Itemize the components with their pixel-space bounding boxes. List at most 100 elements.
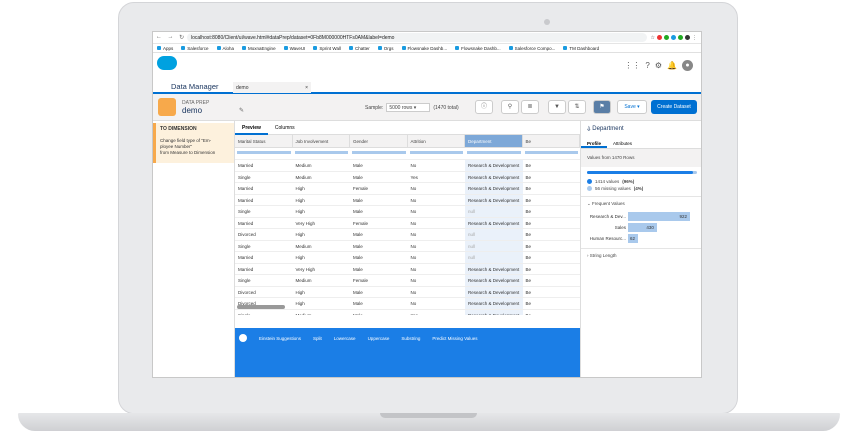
table-cell[interactable]: Male	[350, 160, 408, 171]
sample-select[interactable]: 5000 rows ▾	[386, 103, 431, 112]
table-cell[interactable]: Be	[523, 172, 581, 183]
column-header[interactable]: Be	[523, 135, 580, 147]
table-cell[interactable]: Male	[350, 298, 408, 309]
table-cell[interactable]: Male	[350, 252, 408, 263]
table-cell[interactable]: No	[408, 218, 466, 229]
table-cell[interactable]: Male	[350, 195, 408, 206]
table-cell[interactable]: No	[408, 264, 466, 275]
table-cell[interactable]: High	[293, 287, 351, 298]
forward-icon[interactable]: →	[167, 34, 173, 41]
close-icon[interactable]: ×	[305, 85, 308, 91]
bookmark[interactable]: Sprint Wall	[313, 46, 341, 51]
table-cell[interactable]: No	[408, 206, 466, 217]
column-header[interactable]: Job Involvement	[293, 135, 350, 147]
table-cell[interactable]: Male	[350, 287, 408, 298]
table-cell[interactable]: Married	[235, 264, 293, 275]
table-cell[interactable]: Very High	[293, 264, 351, 275]
table-cell[interactable]: Married	[235, 195, 293, 206]
table-cell[interactable]: Yes	[408, 310, 466, 316]
table-cell[interactable]: Married	[235, 160, 293, 171]
table-cell[interactable]: Female	[350, 218, 408, 229]
table-cell[interactable]: High	[293, 229, 351, 240]
table-cell[interactable]: Medium	[293, 160, 351, 171]
suggestion-split[interactable]: Split	[313, 336, 322, 341]
bookmark[interactable]: Salesforce Compo...	[509, 46, 556, 51]
search-icon[interactable]: ⚲	[501, 100, 519, 114]
table-cell[interactable]: High	[293, 298, 351, 309]
table-cell[interactable]: Medium	[293, 241, 351, 252]
filter-icon[interactable]: ▼	[548, 100, 566, 114]
table-cell[interactable]: No	[408, 287, 466, 298]
table-cell[interactable]: Research & Development	[465, 309, 523, 315]
table-cell[interactable]: Male	[350, 172, 408, 183]
table-cell[interactable]: Be	[523, 160, 581, 171]
table-cell[interactable]: High	[293, 206, 351, 217]
url-bar[interactable]: localhost:8080/Client/ui/wave.html#dataP…	[187, 33, 647, 42]
bookmark[interactable]: Salesforce	[181, 46, 208, 51]
extension-icon[interactable]	[671, 35, 676, 40]
table-cell[interactable]: Female	[350, 183, 408, 194]
table-cell[interactable]: Married	[235, 218, 293, 229]
extension-icon[interactable]	[664, 35, 669, 40]
table-cell[interactable]: Be	[523, 218, 581, 229]
table-cell[interactable]: No	[408, 298, 466, 309]
reload-icon[interactable]: ↻	[179, 34, 184, 41]
table-cell[interactable]: null	[465, 240, 523, 251]
table-cell[interactable]: Married	[235, 252, 293, 263]
transform-card[interactable]: TO DIMENSION Change field type of "Em- p…	[153, 123, 234, 163]
save-button[interactable]: Save ▾	[617, 100, 647, 114]
horizontal-scrollbar[interactable]	[237, 305, 285, 309]
table-cell[interactable]: No	[408, 183, 466, 194]
table-cell[interactable]: Be	[523, 252, 581, 263]
tab-columns[interactable]: Columns	[268, 121, 302, 135]
table-cell[interactable]: Male	[350, 241, 408, 252]
table-cell[interactable]: Single	[235, 310, 293, 316]
table-cell[interactable]: Single	[235, 241, 293, 252]
bookmark[interactable]: Orgs	[378, 46, 394, 51]
table-cell[interactable]: Research & Development	[465, 217, 523, 228]
table-cell[interactable]: null	[465, 206, 523, 217]
bookmark[interactable]: Flowsnake Dashb...	[455, 46, 501, 51]
table-cell[interactable]: Yes	[408, 172, 466, 183]
bookmark[interactable]: MoxnaEngine	[242, 46, 276, 51]
table-cell[interactable]: Divorced	[235, 229, 293, 240]
columns-icon[interactable]: ≣	[521, 100, 539, 114]
extension-icon[interactable]	[678, 35, 683, 40]
table-cell[interactable]: Single	[235, 206, 293, 217]
table-cell[interactable]: Very High	[293, 218, 351, 229]
table-cell[interactable]: Research & Development	[465, 275, 523, 286]
bookmark[interactable]: Aloha	[217, 46, 235, 51]
table-cell[interactable]: Be	[523, 229, 581, 240]
table-cell[interactable]: Male	[350, 229, 408, 240]
suggestion-uppercase[interactable]: Uppercase	[368, 336, 390, 341]
table-cell[interactable]: High	[293, 183, 351, 194]
table-cell[interactable]: High	[293, 195, 351, 206]
bookmark[interactable]: Flowsnake Dashb...	[402, 46, 448, 51]
suggestion-substring[interactable]: Substring	[401, 336, 420, 341]
table-cell[interactable]: Be	[523, 298, 581, 309]
gear-icon[interactable]: ⚙	[655, 61, 662, 70]
recipe-icon[interactable]: ⚑	[593, 100, 611, 114]
table-cell[interactable]: Be	[523, 183, 581, 194]
menu-icon[interactable]: ⋮	[692, 35, 697, 41]
table-cell[interactable]: null	[465, 252, 523, 263]
table-cell[interactable]: Medium	[293, 275, 351, 286]
table-cell[interactable]: Be	[523, 264, 581, 275]
table-cell[interactable]: Male	[350, 310, 408, 316]
bookmark[interactable]: WaveUI	[284, 46, 306, 51]
tab-demo[interactable]: demo ×	[233, 82, 311, 93]
bookmark[interactable]: TM Dashboard	[563, 46, 599, 51]
table-cell[interactable]: Medium	[293, 172, 351, 183]
table-cell[interactable]: Divorced	[235, 287, 293, 298]
string-length-header[interactable]: › String Length	[581, 248, 701, 262]
table-cell[interactable]: No	[408, 160, 466, 171]
tab-preview[interactable]: Preview	[235, 121, 268, 135]
avatar[interactable]: ●	[682, 60, 693, 71]
profile-icon[interactable]	[685, 35, 690, 40]
edit-icon[interactable]: ✎	[239, 107, 244, 114]
table-cell[interactable]: Research & Development	[465, 298, 523, 309]
table-cell[interactable]: No	[408, 241, 466, 252]
table-cell[interactable]: No	[408, 195, 466, 206]
frequent-value[interactable]: Sales 430	[581, 222, 701, 233]
table-cell[interactable]: No	[408, 275, 466, 286]
